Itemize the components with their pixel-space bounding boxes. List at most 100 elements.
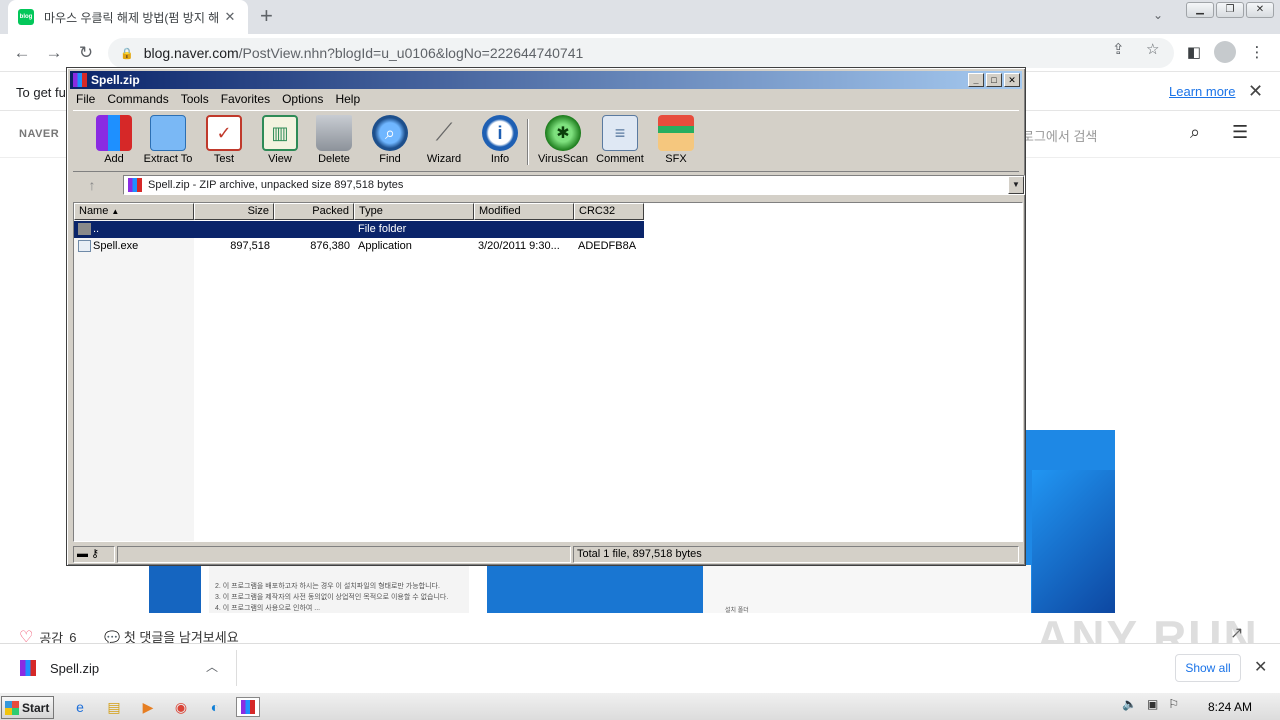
sfx-box-icon: [658, 115, 694, 151]
edge-icon[interactable]: ◐: [203, 697, 227, 717]
row-packed: 876,380: [310, 240, 350, 252]
clock[interactable]: 8:24 AM: [1208, 700, 1252, 714]
wizard-button[interactable]: ⟋ Wizard: [415, 115, 473, 171]
test-button[interactable]: ✓ Test: [195, 115, 253, 171]
menu-favorites[interactable]: Favorites: [215, 92, 276, 106]
book-icon: ▥: [262, 115, 298, 151]
row-crc: ADEDFB8A: [578, 240, 637, 252]
menu-commands[interactable]: Commands: [101, 92, 174, 106]
find-button[interactable]: ⌕ Find: [361, 115, 419, 171]
address-bar[interactable]: 🔒 blog.naver.com/PostView.nhn?blogId=u_u…: [108, 38, 1174, 68]
share-icon[interactable]: ⇪: [1112, 40, 1125, 58]
sfx-label: SFX: [665, 153, 687, 165]
blog-image-windows: [1032, 470, 1115, 613]
download-item[interactable]: Spell.zip: [20, 660, 99, 676]
search-icon[interactable]: ⌕: [1190, 122, 1200, 143]
show-all-button[interactable]: Show all: [1175, 654, 1241, 682]
info-button[interactable]: i Info: [471, 115, 529, 171]
winrar-taskbar-icon[interactable]: [236, 697, 260, 717]
reload-icon[interactable]: ↻: [74, 42, 98, 64]
column-headers: Name ▲ Size Packed Type Modified CRC32: [74, 203, 644, 220]
close-browser-button[interactable]: ✕: [1246, 2, 1274, 18]
file-list: Name ▲ Size Packed Type Modified CRC32 .…: [73, 202, 1023, 542]
volume-icon[interactable]: 🔈: [1122, 697, 1137, 711]
network-icon[interactable]: ▣: [1147, 697, 1158, 711]
hamburger-menu-icon[interactable]: ☰: [1232, 122, 1248, 143]
folder-icon: [150, 115, 186, 151]
blog-image-strip: 2. 이 프로그램을 배포하고자 하시는 경우 이 설치파일의 형태로만 가능합…: [149, 565, 1031, 614]
forward-arrow-icon[interactable]: →: [42, 42, 66, 64]
menu-options[interactable]: Options: [276, 92, 329, 106]
view-button[interactable]: ▥ View: [251, 115, 309, 171]
toolbar-separator: [527, 119, 529, 165]
exe-file-icon: [78, 240, 91, 253]
column-header-crc32[interactable]: CRC32: [574, 203, 644, 220]
chrome-icon[interactable]: ◉: [169, 697, 193, 717]
table-row[interactable]: .. File folder: [74, 221, 644, 238]
internet-explorer-icon[interactable]: e: [68, 697, 92, 717]
info-label: Info: [490, 153, 510, 165]
column-header-type[interactable]: Type: [354, 203, 474, 220]
sort-ascending-icon: ▲: [111, 207, 120, 216]
start-button[interactable]: Start: [1, 696, 54, 719]
profile-avatar[interactable]: [1214, 41, 1236, 63]
view-label: View: [268, 153, 292, 165]
magic-wand-icon: ⟋: [435, 119, 453, 146]
column-header-size[interactable]: Size: [194, 203, 274, 220]
drive-key-icon[interactable]: ▬ ⚷: [73, 546, 115, 563]
dropdown-arrow-icon[interactable]: ▼: [1008, 176, 1024, 194]
tab-search-chevron-icon[interactable]: ⌄: [1153, 8, 1163, 22]
tab-close-icon[interactable]: ✕: [222, 9, 238, 25]
menu-file[interactable]: File: [70, 92, 101, 106]
divider: [236, 650, 237, 686]
comment-button[interactable]: ≡ Comment: [591, 115, 649, 171]
delete-label: Delete: [318, 153, 350, 165]
tab-title: 마우스 우클릭 해제 방법(펌 방지 해: [44, 10, 220, 25]
url-domain: blog.naver.com: [143, 45, 239, 61]
table-row[interactable]: Spell.exe 897,518 876,380 Application 3/…: [74, 238, 644, 255]
naver-logo[interactable]: NAVER: [19, 128, 59, 140]
kebab-menu-icon[interactable]: ⋮: [1246, 42, 1268, 64]
row-modified: 3/20/2011 9:30...: [478, 240, 560, 252]
minimize-browser-button[interactable]: ▁: [1186, 2, 1214, 18]
close-shelf-icon[interactable]: ✕: [1254, 657, 1267, 677]
sfx-button[interactable]: SFX: [647, 115, 705, 171]
bug-icon: ✱: [545, 115, 581, 151]
blog-search-input[interactable]: 로그에서 검색: [1022, 126, 1097, 145]
delete-button[interactable]: Delete: [305, 115, 363, 171]
winrar-app-icon: [73, 73, 87, 87]
restore-browser-button[interactable]: ❐: [1216, 2, 1244, 18]
menu-tools[interactable]: Tools: [175, 92, 215, 106]
extract-to-label: Extract To: [143, 153, 193, 165]
browser-tab[interactable]: blog 마우스 우클릭 해제 방법(펌 방지 해 ✕: [8, 0, 248, 34]
add-button[interactable]: Add: [85, 115, 143, 171]
side-panel-icon[interactable]: ◧: [1183, 42, 1205, 64]
column-header-modified[interactable]: Modified: [474, 203, 574, 220]
virusscan-button[interactable]: ✱ VirusScan: [534, 115, 592, 171]
column-header-packed[interactable]: Packed: [274, 203, 354, 220]
back-arrow-icon[interactable]: ←: [10, 42, 34, 64]
learn-more-link[interactable]: Learn more: [1169, 84, 1235, 99]
extract-to-button[interactable]: Extract To: [137, 115, 199, 171]
image-blue-mid: [487, 565, 703, 613]
chevron-up-icon[interactable]: ︿: [206, 658, 218, 675]
bookmark-star-icon[interactable]: ☆: [1146, 40, 1159, 58]
media-player-icon[interactable]: ▶: [136, 697, 160, 717]
menu-help[interactable]: Help: [329, 92, 366, 106]
close-button[interactable]: ✕: [1004, 73, 1020, 87]
comment-label: Comment: [596, 153, 644, 165]
action-center-flag-icon[interactable]: ⚐: [1168, 697, 1179, 711]
column-header-name[interactable]: Name ▲: [74, 203, 194, 220]
maximize-button[interactable]: □: [986, 73, 1002, 87]
url-path: /PostView.nhn?blogId=u_u0106&logNo=22264…: [238, 45, 584, 61]
up-one-level-icon[interactable]: ↑: [77, 177, 107, 195]
address-row: ↑ Spell.zip - ZIP archive, unpacked size…: [73, 174, 1025, 198]
close-banner-icon[interactable]: ✕: [1248, 81, 1263, 102]
naver-blog-favicon-icon: blog: [18, 9, 34, 25]
new-tab-button[interactable]: +: [260, 5, 273, 27]
test-label: Test: [213, 153, 235, 165]
minimize-button[interactable]: _: [968, 73, 984, 87]
winrar-titlebar[interactable]: Spell.zip _ □ ✕: [70, 71, 1022, 89]
file-explorer-icon[interactable]: ▤: [102, 697, 126, 717]
archive-path-combo[interactable]: Spell.zip - ZIP archive, unpacked size 8…: [123, 175, 1025, 195]
